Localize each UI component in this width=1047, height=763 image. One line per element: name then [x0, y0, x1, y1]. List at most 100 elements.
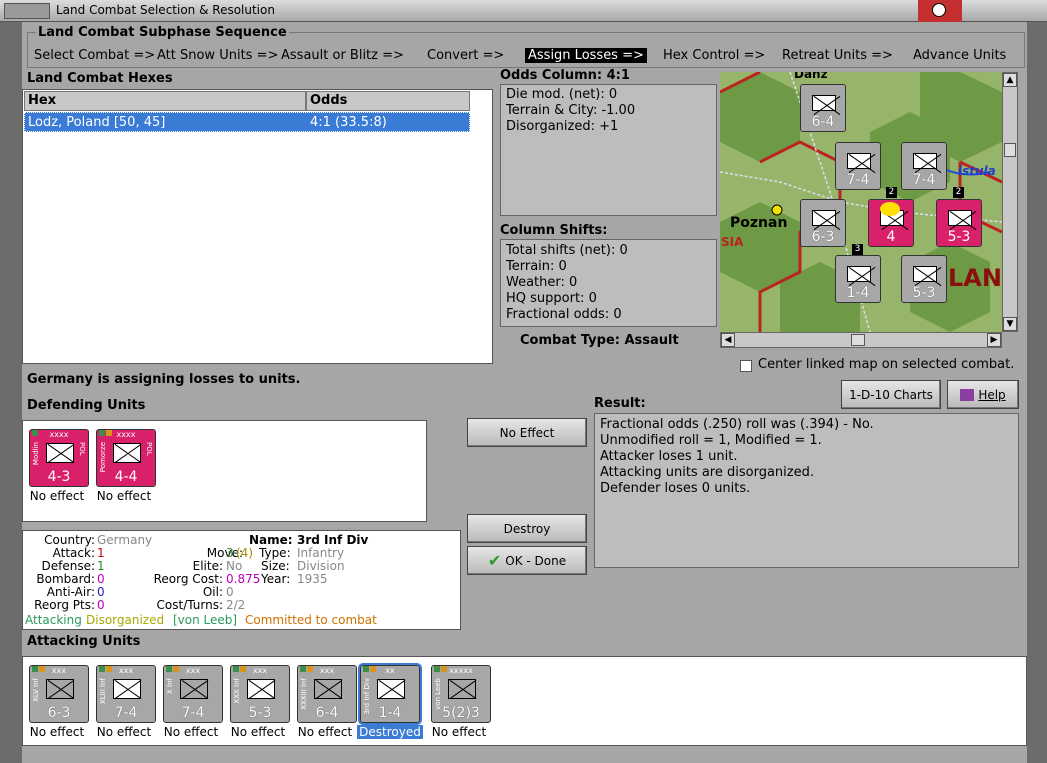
shift-line: Fractional odds: 0: [506, 307, 622, 322]
map-label-poznan: Poznan: [730, 215, 788, 231]
table-row[interactable]: Lodz, Poland [50, 45] 4:1 (33.5:8): [24, 112, 470, 132]
shift-line: Weather: 0: [506, 275, 578, 290]
map-label-lan: LAN: [948, 264, 1002, 292]
result-line: Unmodified roll = 1, Modified = 1.: [600, 433, 822, 448]
defending-result: No effect: [96, 489, 152, 503]
scroll-thumb[interactable]: [1004, 143, 1016, 157]
hexes-header: Land Combat Hexes: [27, 71, 173, 86]
step-hex-control: Hex Control =>: [663, 48, 766, 63]
map-unit[interactable]: 1-4: [835, 255, 881, 303]
attacking-unit[interactable]: xxx XLV Inf 6-3: [29, 665, 89, 723]
move-value: 3: [226, 546, 234, 560]
charts-button[interactable]: 1-D-10 Charts: [841, 380, 941, 409]
scroll-thumb[interactable]: [851, 334, 865, 346]
col-odds-header[interactable]: Odds: [306, 91, 470, 111]
bombard-value: 0: [97, 572, 105, 586]
attacking-result: No effect: [96, 725, 152, 739]
attacking-unit-selected[interactable]: xx 3rd Inf Div 1-4: [358, 663, 422, 725]
shift-line: HQ support: 0: [506, 291, 597, 306]
defending-unit[interactable]: xxxx Modlin POL 4-3: [29, 429, 89, 487]
map-unit[interactable]: 7-4: [835, 142, 881, 190]
window-title: Land Combat Selection & Resolution: [56, 3, 275, 17]
shift-line: Total shifts (net): 0: [506, 243, 628, 258]
ok-done-label: OK - Done: [505, 553, 567, 568]
odds-header: Odds Column: 4:1: [500, 68, 630, 83]
ok-done-button[interactable]: ✔ OK - Done: [467, 546, 587, 575]
stack-badge: 3: [852, 244, 863, 255]
shifts-box: Total shifts (net): 0 Terrain: 0 Weather…: [500, 239, 717, 327]
window-menu-icon[interactable]: [4, 3, 50, 19]
help-label: Help: [978, 387, 1006, 402]
step-assign-losses: Assign Losses =>: [525, 48, 647, 63]
defending-unit[interactable]: xxxx Pomorze POL 4-4: [96, 429, 156, 487]
status-disorganized: Disorganized: [86, 613, 165, 627]
map-unit[interactable]: 6-4: [800, 84, 846, 132]
odds-line: Die mod. (net): 0: [506, 87, 618, 102]
map-label-vistula: istula: [958, 164, 996, 178]
result-line: Defender loses 0 units.: [600, 481, 751, 496]
col-hex-header[interactable]: Hex: [24, 91, 306, 111]
scroll-down-icon[interactable]: ▼: [1003, 317, 1017, 331]
type-value: Infantry: [297, 546, 345, 560]
attacking-result: No effect: [431, 725, 487, 739]
map-unit[interactable]: 5-3: [936, 199, 982, 247]
map-unit[interactable]: 6-3: [800, 199, 846, 247]
center-linked-label: Center linked map on selected combat.: [758, 357, 1015, 372]
map-unit[interactable]: 5-3: [901, 255, 947, 303]
scroll-right-icon[interactable]: ▶: [987, 333, 1001, 347]
elite-value: No: [226, 559, 243, 573]
attacking-result: No effect: [163, 725, 219, 739]
help-button[interactable]: Help: [947, 380, 1019, 409]
attacking-unit[interactable]: xxx X Inf 7-4: [163, 665, 223, 723]
map-vertical-scrollbar[interactable]: ▲ ▼: [1002, 72, 1018, 332]
costturns-value: 2/2: [226, 598, 246, 612]
odds-line: Terrain & City: -1.00: [506, 103, 636, 118]
unit-info-panel: Country: Germany Attack: 1 Defense: 1 Bo…: [22, 530, 461, 630]
center-linked-checkbox[interactable]: [740, 360, 752, 372]
attacking-result: No effect: [297, 725, 353, 739]
no-effect-button[interactable]: No Effect: [467, 418, 587, 447]
shifts-header: Column Shifts:: [500, 223, 608, 238]
map-horizontal-scrollbar[interactable]: ◀ ▶: [720, 332, 1002, 348]
status-attacking: Attacking: [25, 613, 82, 627]
checkmark-icon: ✔: [487, 551, 502, 570]
result-line: Attacker loses 1 unit.: [600, 449, 738, 464]
attacking-unit[interactable]: xxx XXX Inf 5-3: [230, 665, 290, 723]
subphase-header: Land Combat Subphase Sequence: [36, 25, 289, 40]
status-leader: [von Leeb]: [173, 613, 238, 627]
odds-box: Die mod. (net): 0 Terrain & City: -1.00 …: [500, 84, 717, 216]
result-box: Fractional odds (.250) roll was (.394) -…: [594, 413, 1019, 568]
map-unit[interactable]: 7-4: [901, 142, 947, 190]
combat-explosion-icon: [880, 202, 900, 216]
attacking-unit[interactable]: xxx XXXIII Inf 6-4: [297, 665, 357, 723]
attack-value: 1: [97, 546, 105, 560]
attacking-unit[interactable]: xxx XLIII Inf 7-4: [96, 665, 156, 723]
destroy-button[interactable]: Destroy: [467, 514, 587, 543]
right-frame: [1027, 22, 1047, 763]
attacking-unit[interactable]: xxxxx von Leeb 5(2)3: [431, 665, 491, 723]
result-line: Fractional odds (.250) roll was (.394) -…: [600, 417, 874, 432]
year-value: 1935: [297, 572, 328, 586]
defending-header: Defending Units: [27, 398, 146, 413]
result-header: Result:: [594, 396, 646, 411]
step-retreat: Retreat Units =>: [782, 48, 893, 63]
defending-result: No effect: [29, 489, 85, 503]
country-value: Germany: [97, 533, 153, 547]
odds-line: Disorganized: +1: [506, 119, 619, 134]
attacking-header: Attacking Units: [27, 634, 141, 649]
scroll-up-icon[interactable]: ▲: [1003, 73, 1017, 87]
status-committed: Committed to combat: [245, 613, 377, 627]
reorgpts-value: 0: [97, 598, 105, 612]
linked-map[interactable]: Poznan istula Danz LAN SIA 6-4 7-4 7-4 6…: [720, 72, 1002, 332]
attacking-result: No effect: [230, 725, 286, 739]
stack-badge: 2: [953, 187, 964, 198]
stack-badge: 2: [886, 187, 897, 198]
scroll-left-icon[interactable]: ◀: [721, 333, 735, 347]
defense-value: 1: [97, 559, 105, 573]
oil-value: 0: [226, 585, 234, 599]
reorgcost-value: 0.875: [226, 572, 261, 586]
title-bar: Land Combat Selection & Resolution: [0, 0, 1047, 22]
combat-type: Combat Type: Assault: [520, 333, 679, 348]
step-select-combat: Select Combat =>: [34, 48, 156, 63]
result-line: Attacking units are disorganized.: [600, 465, 814, 480]
